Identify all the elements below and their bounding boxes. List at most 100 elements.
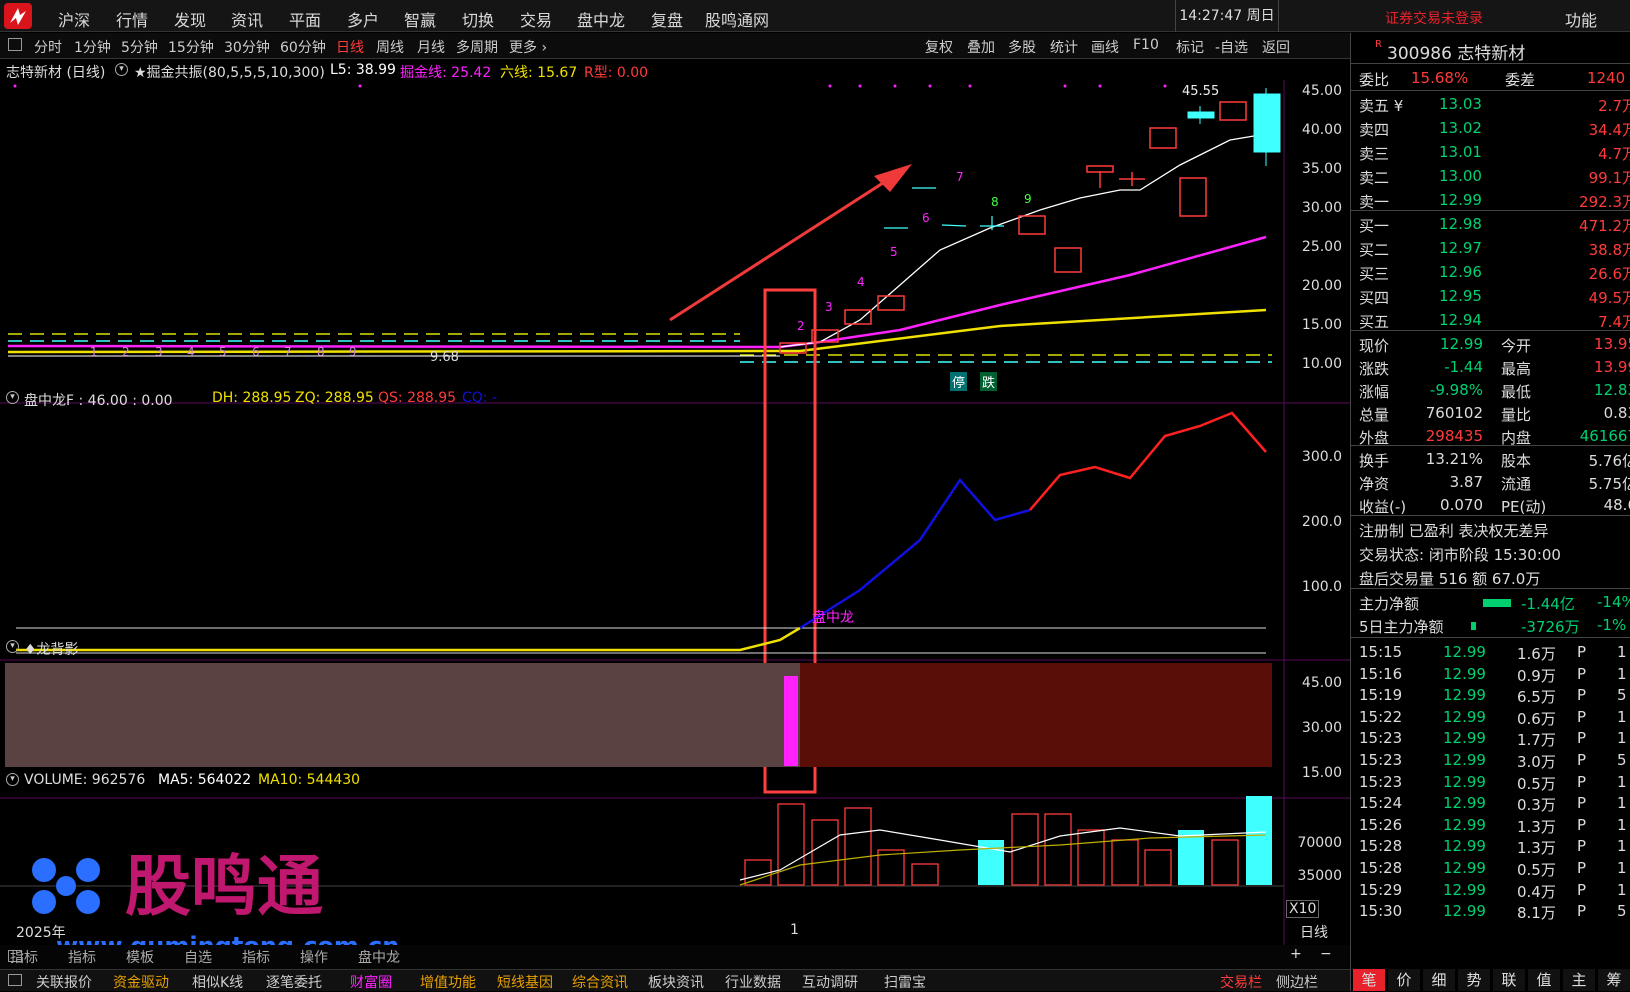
zoom-in-button[interactable]: + — [1290, 946, 1302, 962]
wb-label: 委比 — [1359, 71, 1390, 89]
tick-volume: 0.5万 — [1517, 861, 1556, 879]
bottom-tab-6[interactable]: 短线基因 — [497, 972, 553, 992]
tool-button-5[interactable]: F10 — [1133, 37, 1159, 53]
menu-item-3[interactable]: 资讯 — [231, 7, 263, 31]
candle-count: 3 — [825, 300, 833, 314]
stock-code-name[interactable]: 300986 志特新材 — [1387, 39, 1525, 64]
period-tab-0[interactable]: 分时 — [34, 37, 62, 57]
buys-volume: 49.5万 — [1588, 289, 1630, 307]
sell-row: 卖五 ¥ 13.03 2.7万 — [1351, 93, 1630, 117]
menu-item-7[interactable]: 切换 — [462, 7, 494, 31]
vol-axis-label: 35000 — [1297, 868, 1342, 884]
period-tab-7[interactable]: 周线 — [376, 37, 404, 57]
tool-button-1[interactable]: 叠加 — [967, 37, 995, 57]
tick-price: 12.99 — [1443, 815, 1486, 834]
bottom-tab-9[interactable]: 行业数据 — [725, 972, 781, 992]
bottom-tab-3[interactable]: 逐笔委托 — [266, 972, 322, 992]
collapse-icon[interactable]: ▾ — [115, 63, 128, 76]
tool-button-7[interactable]: -自选 — [1215, 37, 1248, 57]
menu-item-6[interactable]: 智赢 — [404, 7, 436, 31]
menu-item-4[interactable]: 平面 — [289, 7, 321, 31]
tick-volume: 0.3万 — [1517, 796, 1556, 815]
pzl-name[interactable]: 盘中龙F : 46.00 : 0.00 — [24, 390, 173, 410]
quote-row: 换手 13.21% 股本 5.76亿 — [1351, 448, 1630, 472]
bottom-tab-8[interactable]: 板块资讯 — [648, 972, 704, 992]
tick-price: 12.99 — [1443, 751, 1486, 769]
side-tab-5[interactable]: 值 — [1528, 969, 1560, 991]
list-icon[interactable] — [8, 974, 22, 986]
bottom-tab-7[interactable]: 综合资讯 — [572, 972, 628, 992]
sell-row: 卖四 13.02 34.4万 — [1351, 117, 1630, 141]
indicator-tab-0[interactable]: 指标 — [10, 947, 38, 967]
menu-item-0[interactable]: 沪深 — [58, 7, 90, 31]
menu-item-10[interactable]: 复盘 — [651, 7, 683, 31]
tick-time: 15:28 — [1359, 859, 1403, 877]
indicator-tab-3[interactable]: 自选 — [184, 947, 212, 967]
sidebar-toggle-icon[interactable] — [8, 38, 22, 51]
tick-count: 1 — [1617, 729, 1627, 748]
tick-count: 5 — [1617, 902, 1627, 921]
side-tab-6[interactable]: 主 — [1563, 969, 1595, 991]
tool-button-2[interactable]: 多股 — [1008, 37, 1036, 57]
tick-flag: P — [1577, 815, 1587, 834]
period-tab-9[interactable]: 多周期 — [456, 37, 498, 57]
collapse-icon[interactable]: ▾ — [6, 640, 19, 653]
menu-item-11[interactable]: 股鸣通网 — [705, 7, 769, 31]
period-tab-4[interactable]: 30分钟 — [224, 37, 270, 57]
login-status[interactable]: 证券交易未登录 — [1385, 8, 1483, 28]
side-tab-4[interactable]: 联 — [1493, 969, 1525, 991]
indicator-name[interactable]: ★掘金共振(80,5,5,5,10,300) — [134, 62, 325, 82]
period-tab-3[interactable]: 15分钟 — [168, 37, 214, 57]
collapse-icon[interactable]: ▾ — [6, 773, 19, 786]
side-tab-7[interactable]: 筹 — [1598, 969, 1630, 991]
collapse-icon[interactable]: ▾ — [6, 391, 19, 404]
bottom-tab-10[interactable]: 互动调研 — [802, 972, 858, 992]
vol-unit: X10 — [1286, 900, 1320, 918]
zoom-out-button[interactable]: − — [1320, 946, 1332, 962]
tick-volume: 3.0万 — [1517, 753, 1556, 771]
indicator-tab-2[interactable]: 模板 — [126, 947, 154, 967]
tool-button-3[interactable]: 统计 — [1050, 37, 1078, 57]
menu-item-1[interactable]: 行情 — [116, 7, 148, 31]
flow-pct: -14% — [1597, 593, 1630, 611]
bottom-tab-4[interactable]: 财富圈 — [350, 972, 392, 992]
period-tab-8[interactable]: 月线 — [417, 37, 445, 57]
menu-item-5[interactable]: 多户 — [347, 7, 379, 31]
tick-time: 15:23 — [1359, 729, 1403, 748]
tick-row: 15:16 12.99 0.9万 P 1 — [1351, 663, 1630, 687]
menu-item-9[interactable]: 盘中龙 — [577, 7, 625, 31]
tick-flag: P — [1577, 729, 1587, 748]
tool-button-8[interactable]: 返回 — [1262, 37, 1290, 57]
app-logo-icon[interactable] — [4, 3, 32, 29]
bottom-tab-11[interactable]: 扫雷宝 — [884, 972, 926, 992]
period-tab-5[interactable]: 60分钟 — [280, 37, 326, 57]
indicator-tab-4[interactable]: 指标 — [242, 947, 270, 967]
lbh-name[interactable]: ♦龙背影 — [24, 639, 79, 659]
bottom-tab-5[interactable]: 增值功能 — [420, 972, 476, 992]
vol-value[interactable]: VOLUME: 962576 — [24, 772, 145, 788]
side-tab-3[interactable]: 势 — [1458, 969, 1490, 991]
bottom-tab-2[interactable]: 相似K线 — [192, 972, 243, 992]
tool-button-4[interactable]: 画线 — [1091, 37, 1119, 57]
bottom-tab-12[interactable]: 交易栏 — [1220, 972, 1262, 992]
side-tab-2[interactable]: 细 — [1423, 969, 1455, 991]
indicator-tab-5[interactable]: 操作 — [300, 947, 328, 967]
period-tab-2[interactable]: 5分钟 — [121, 37, 158, 57]
bottom-tab-1[interactable]: 资金驱动 — [113, 972, 169, 992]
function-menu[interactable]: 功能 — [1565, 7, 1597, 31]
menu-item-8[interactable]: 交易 — [520, 7, 552, 31]
tool-button-0[interactable]: 复权 — [925, 37, 953, 57]
side-tab-0[interactable]: 笔 — [1353, 969, 1385, 991]
buys-volume: 38.8万 — [1588, 241, 1630, 259]
period-tab-1[interactable]: 1分钟 — [74, 37, 111, 57]
bottom-tab-13[interactable]: 侧边栏 — [1276, 972, 1318, 992]
indicator-tab-1[interactable]: 指标 — [68, 947, 96, 967]
tool-button-6[interactable]: 标记 — [1176, 37, 1204, 57]
period-tab-10[interactable]: 更多 › — [509, 37, 547, 57]
indicator-tab-6[interactable]: 盘中龙 — [358, 947, 400, 967]
bottom-tab-0[interactable]: 关联报价 — [36, 972, 92, 992]
period-tab-6[interactable]: 日线 — [336, 37, 364, 57]
side-tab-1[interactable]: 价 — [1388, 969, 1420, 991]
menu-item-2[interactable]: 发现 — [174, 7, 206, 31]
quote-label: 总量 — [1359, 406, 1390, 424]
